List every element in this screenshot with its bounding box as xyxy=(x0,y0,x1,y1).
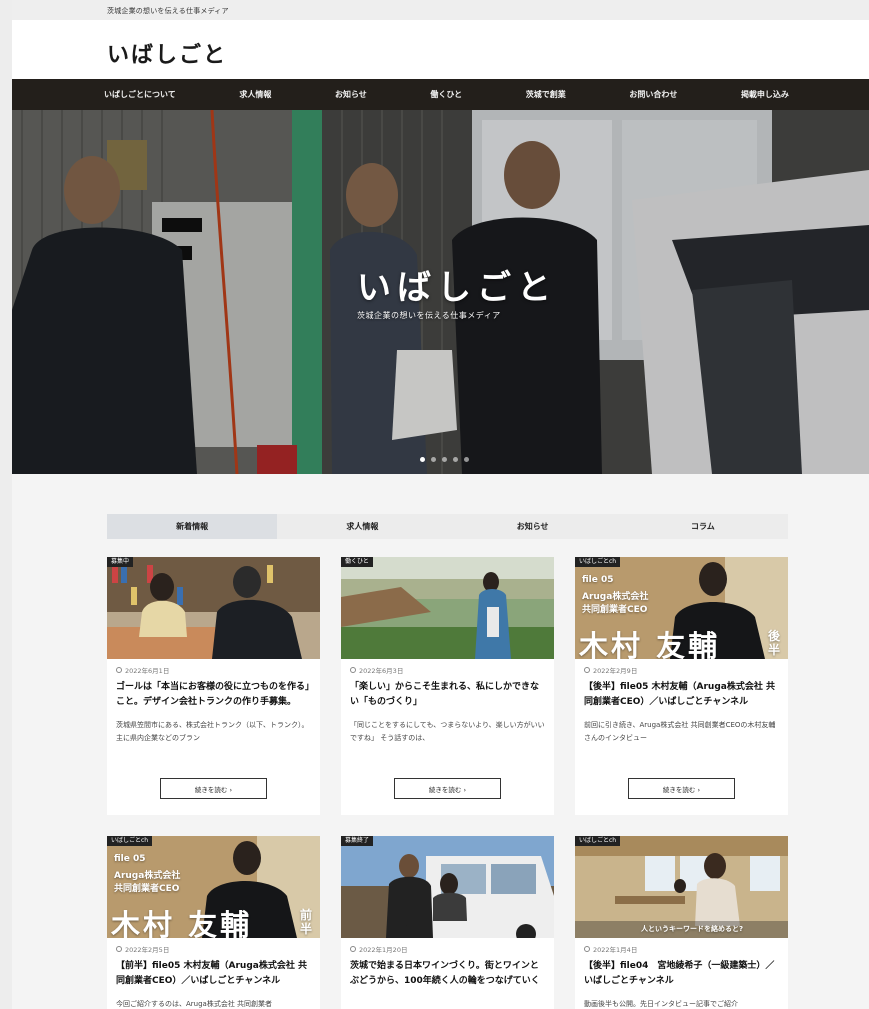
article-card[interactable]: いばしごとch 人というキーワードを絡めると? 2022年1月4日 【後半】fi… xyxy=(575,836,788,1009)
slider-dots xyxy=(420,457,469,462)
hero-subtitle: 茨城企業の想いを伝える仕事メディア xyxy=(357,311,501,320)
card-title[interactable]: ゴールは「本当にお客様の役に立つものを作る」こと。デザイン会社トランクの作り手募… xyxy=(116,680,311,710)
thumb-name: 木村 友輔 xyxy=(579,629,721,659)
article-card[interactable]: 募集中 2022年6月1日 ゴールは「本当にお客様の役に立つものを作る」こと。デ… xyxy=(107,557,320,815)
card-date: 2022年6月1日 xyxy=(125,667,170,675)
card-badge: 募集終了 xyxy=(341,836,374,846)
brand-bar: いばしごと xyxy=(12,20,869,79)
clock-icon xyxy=(584,946,590,952)
card-date: 2022年1月20日 xyxy=(359,946,408,954)
card-excerpt: 動画後半も公開。先日インタビュー記事でご紹介 xyxy=(584,1000,738,1008)
thumb-name: 木村 友輔 xyxy=(111,908,253,938)
read-more-button[interactable]: 続きを読む › xyxy=(394,778,501,799)
card-date-row: 2022年1月4日 xyxy=(584,944,788,954)
card-photo xyxy=(341,557,554,659)
nav-item-news[interactable]: お知らせ xyxy=(335,89,367,100)
clock-icon xyxy=(350,946,356,952)
page: 茨城企業の想いを伝える仕事メディア いばしごと いばしごとについて 求人情報 お… xyxy=(12,0,869,1009)
card-photo xyxy=(107,557,320,659)
nav-item-people[interactable]: 働くひと xyxy=(430,89,462,100)
read-more-button[interactable]: 続きを読む › xyxy=(628,778,735,799)
card-date: 2022年6月3日 xyxy=(359,667,404,675)
thumb-company: Aruga株式会社 xyxy=(582,592,649,602)
clock-icon xyxy=(584,667,590,673)
card-thumbnail[interactable]: 募集中 xyxy=(107,557,320,659)
card-photo xyxy=(575,836,788,938)
card-date: 2022年2月5日 xyxy=(125,946,170,954)
card-badge: いばしごとch xyxy=(575,557,621,567)
card-thumbnail[interactable]: 募集終了 xyxy=(341,836,554,938)
tab-news[interactable]: お知らせ xyxy=(448,514,618,539)
hero-slider[interactable]: いばしごと 茨城企業の想いを伝える仕事メディア xyxy=(12,110,869,474)
card-date: 2022年2月9日 xyxy=(593,667,638,675)
thumb-part: 後半 xyxy=(768,629,781,657)
content-tabs: 新着情報 求人情報 お知らせ コラム xyxy=(107,514,788,539)
site-tagline: 茨城企業の想いを伝える仕事メディア xyxy=(12,0,869,20)
thumb-role: 共同創業者CEO xyxy=(114,884,180,894)
thumb-caption: 人というキーワードを絡めると? xyxy=(641,925,744,933)
card-title[interactable]: 【後半】file05 木村友輔（Aruga株式会社 共同創業者CEO）／いばしご… xyxy=(584,680,779,710)
article-card[interactable]: 働くひと 2022年6月3日 「楽しい」からこそ生まれる、私にしかできない「もの… xyxy=(341,557,554,815)
thumb-role: 共同創業者CEO xyxy=(582,605,648,615)
card-excerpt: 今回ご紹介するのは、Aruga株式会社 共同創業者 xyxy=(116,1000,273,1008)
tab-column[interactable]: コラム xyxy=(618,514,788,539)
article-card[interactable]: いばしごとch file 05 Aruga株式会社 共同創業者CEO 木村 友輔… xyxy=(575,557,788,815)
card-title[interactable]: 【後半】file04 宮地綾希子（一級建築士）／いばしごとチャンネル xyxy=(584,959,779,989)
clock-icon xyxy=(350,667,356,673)
slider-dot-4[interactable] xyxy=(453,457,458,462)
site-logo[interactable]: いばしごと xyxy=(107,37,227,69)
nav-item-startup[interactable]: 茨城で創業 xyxy=(526,89,566,100)
card-photo xyxy=(341,836,554,938)
thumb-file-label: file 05 xyxy=(114,854,146,864)
thumb-company: Aruga株式会社 xyxy=(114,871,181,881)
hero-logo: いばしごと xyxy=(357,268,557,308)
card-date-row: 2022年2月9日 xyxy=(584,665,788,675)
card-date-row: 2022年1月20日 xyxy=(350,944,554,954)
card-badge: 働くひと xyxy=(341,557,373,567)
main-nav: いばしごとについて 求人情報 お知らせ 働くひと 茨城で創業 お問い合わせ 掲載… xyxy=(12,79,869,110)
card-title[interactable]: 「楽しい」からこそ生まれる、私にしかできない「ものづくり」 xyxy=(350,680,545,710)
nav-item-jobs[interactable]: 求人情報 xyxy=(239,89,271,100)
card-excerpt: 前回に引き続き、Aruga株式会社 共同創業者CEOの木村友輔さんのインタビュー xyxy=(584,721,776,742)
tab-jobs[interactable]: 求人情報 xyxy=(277,514,447,539)
clock-icon xyxy=(116,946,122,952)
thumb-file-label: file 05 xyxy=(582,575,614,585)
card-title[interactable]: 【前半】file05 木村友輔（Aruga株式会社 共同創業者CEO）／いばしご… xyxy=(116,959,311,989)
card-date: 2022年1月4日 xyxy=(593,946,638,954)
card-thumbnail[interactable]: いばしごとch 人というキーワードを絡めると? xyxy=(575,836,788,938)
card-title[interactable]: 茨城で始まる日本ワインづくり。街とワインとぶどうから、100年続く人の輪をつなげ… xyxy=(350,959,545,989)
slider-dot-5[interactable] xyxy=(464,457,469,462)
card-thumbnail[interactable]: いばしごとch file 05 Aruga株式会社 共同創業者CEO 木村 友輔… xyxy=(107,836,320,938)
nav-item-contact[interactable]: お問い合わせ xyxy=(629,89,677,100)
thumb-part: 前半 xyxy=(300,908,313,936)
read-more-button[interactable]: 続きを読む › xyxy=(160,778,267,799)
card-excerpt: 茨城県笠間市にある、株式会社トランク（以下、トランク）。主に県内企業などのブラン xyxy=(116,721,309,742)
card-date-row: 2022年6月3日 xyxy=(350,665,554,675)
slider-dot-1[interactable] xyxy=(420,457,425,462)
tab-latest[interactable]: 新着情報 xyxy=(107,514,278,539)
card-excerpt: 「同じことをするにしても、つまらないより、楽しい方がいいですね」 そう話すのは、 xyxy=(350,721,545,742)
article-card[interactable]: いばしごとch file 05 Aruga株式会社 共同創業者CEO 木村 友輔… xyxy=(107,836,320,1009)
card-thumbnail[interactable]: いばしごとch file 05 Aruga株式会社 共同創業者CEO 木村 友輔… xyxy=(575,557,788,659)
card-badge: いばしごとch xyxy=(107,836,153,846)
nav-item-apply[interactable]: 掲載申し込み xyxy=(741,89,789,100)
card-badge: 募集中 xyxy=(107,557,134,567)
card-date-row: 2022年6月1日 xyxy=(116,665,320,675)
slider-dot-3[interactable] xyxy=(442,457,447,462)
clock-icon xyxy=(116,667,122,673)
card-badge: いばしごとch xyxy=(575,836,621,846)
article-card[interactable]: 募集終了 2022年1月20日 茨城で始まる日本ワインづくり。街とワインとぶどう… xyxy=(341,836,554,1009)
card-date-row: 2022年2月5日 xyxy=(116,944,320,954)
slider-dot-2[interactable] xyxy=(431,457,436,462)
card-thumbnail[interactable]: 働くひと xyxy=(341,557,554,659)
nav-item-about[interactable]: いばしごとについて xyxy=(104,89,176,100)
